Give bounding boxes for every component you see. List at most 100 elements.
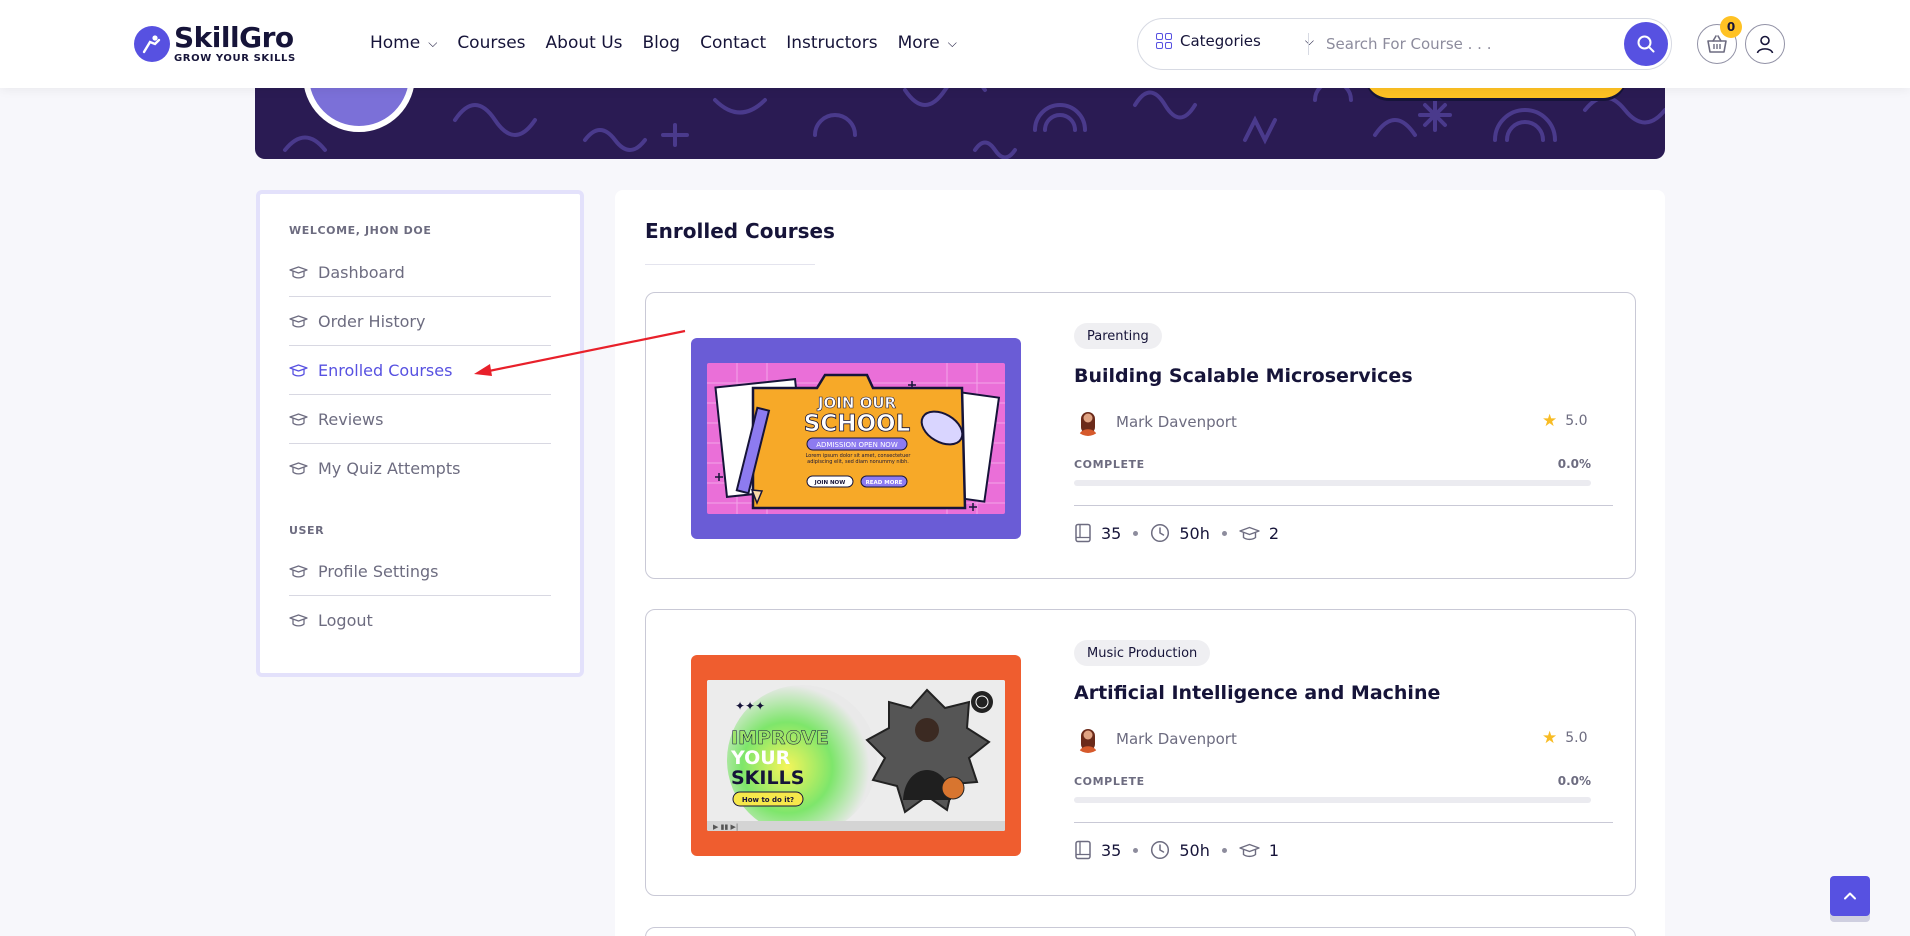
main-content: Enrolled Courses JOIN OUR SCHOOL ADMISSI… <box>615 190 1665 936</box>
user-icon <box>1756 35 1774 54</box>
star-icon: ★ <box>1542 728 1558 748</box>
sidebar-item-my-quiz-attempts[interactable]: My Quiz Attempts <box>289 444 551 493</box>
course-rating: ★ 5.0 <box>1542 411 1588 431</box>
instructor-name: Mark Davenport <box>1116 730 1237 748</box>
book-icon <box>1074 840 1092 860</box>
logo-icon <box>134 26 170 62</box>
main-nav: Home ⌵ Courses About Us Blog Contact Inst… <box>370 33 977 53</box>
chevron-down-icon: ⌵ <box>947 35 957 50</box>
chevron-down-icon: ⌵ <box>428 35 438 50</box>
course-thumbnail[interactable]: JOIN OUR SCHOOL ADMISSION OPEN NOW Lorem… <box>691 338 1021 539</box>
svg-text:YOUR: YOUR <box>730 747 791 769</box>
svg-text:IMPROVE: IMPROVE <box>731 727 829 749</box>
course-card: ✦✦✦ IMPROVE YOUR SKILLS How to do it? ▶ … <box>645 609 1636 896</box>
course-title[interactable]: Building Scalable Microservices <box>1074 365 1413 387</box>
logo[interactable]: SkillGro GROW YOUR SKILLS <box>134 24 296 64</box>
progress-percent: 0.0% <box>1557 457 1591 471</box>
graduation-cap-icon <box>289 462 309 476</box>
separator-dot <box>1221 847 1227 853</box>
sidebar-item-label: Enrolled Courses <box>318 360 453 380</box>
course-title[interactable]: Artificial Intelligence and Machine <box>1074 682 1440 704</box>
nav-instructors[interactable]: Instructors <box>786 33 877 53</box>
clock-icon <box>1150 523 1170 543</box>
sidebar-item-reviews[interactable]: Reviews <box>289 395 551 444</box>
svg-text:▶ ▮▮ ▶|: ▶ ▮▮ ▶| <box>713 823 738 831</box>
sidebar-item-label: Logout <box>318 611 373 630</box>
graduation-cap-icon <box>1239 526 1260 541</box>
avatar <box>1074 725 1102 753</box>
sidebar-item-dashboard[interactable]: Dashboard <box>289 248 551 297</box>
rating-value: 5.0 <box>1565 730 1588 746</box>
card-divider <box>1074 822 1613 823</box>
graduation-cap-icon <box>289 265 309 279</box>
logo-tagline: GROW YOUR SKILLS <box>174 53 296 64</box>
cart-button[interactable]: 0 <box>1697 16 1742 64</box>
course-rating: ★ 5.0 <box>1542 728 1588 748</box>
lesson-count: 35 <box>1101 840 1122 860</box>
chevron-up-icon <box>1844 892 1856 900</box>
search-button[interactable] <box>1624 22 1668 66</box>
nav-home[interactable]: Home ⌵ <box>370 33 437 53</box>
sidebar-item-label: Dashboard <box>318 262 405 282</box>
graduation-cap-icon <box>289 412 309 426</box>
rating-value: 5.0 <box>1565 413 1588 429</box>
nav-about-us[interactable]: About Us <box>546 33 623 53</box>
star-icon: ★ <box>1542 411 1558 431</box>
course-meta: 35 50h 1 <box>1074 840 1279 860</box>
categories-dropdown[interactable]: Categories ⌵ <box>1156 32 1314 50</box>
progress-bar <box>1074 480 1591 486</box>
course-duration: 50h <box>1179 523 1210 543</box>
student-count: 2 <box>1268 523 1280 543</box>
graduation-cap-icon <box>1239 843 1260 858</box>
logo-name: SkillGro <box>174 21 294 54</box>
nav-courses[interactable]: Courses <box>457 33 525 53</box>
student-count: 1 <box>1268 840 1280 860</box>
divider <box>1308 33 1309 55</box>
instructor[interactable]: Mark Davenport <box>1074 725 1237 753</box>
course-meta: 35 50h 2 <box>1074 523 1279 543</box>
sidebar-item-label: My Quiz Attempts <box>318 459 461 478</box>
course-thumbnail[interactable]: ✦✦✦ IMPROVE YOUR SKILLS How to do it? ▶ … <box>691 655 1021 856</box>
title-divider <box>645 264 815 265</box>
sidebar-item-logout[interactable]: Logout <box>289 596 551 645</box>
cart-count-badge: 0 <box>1720 16 1742 38</box>
nav-contact[interactable]: Contact <box>700 33 766 53</box>
instructor-name: Mark Davenport <box>1116 413 1237 431</box>
school-flyer-image: JOIN OUR SCHOOL ADMISSION OPEN NOW Lorem… <box>707 363 1005 514</box>
basket-icon <box>1707 35 1727 53</box>
dashboard-sidebar: WELCOME, JHON DOE Dashboard Order Histor… <box>256 190 584 677</box>
svg-text:How to do it?: How to do it? <box>742 796 794 804</box>
sidebar-item-profile-settings[interactable]: Profile Settings <box>289 547 551 596</box>
progress-label: COMPLETE <box>1074 458 1145 471</box>
search-input[interactable] <box>1326 31 1586 57</box>
graduation-cap-icon <box>289 363 309 377</box>
user-heading: USER <box>289 524 325 537</box>
progress-bar <box>1074 797 1591 803</box>
course-card: JOIN OUR SCHOOL ADMISSION OPEN NOW Lorem… <box>645 292 1636 579</box>
user-account-button[interactable] <box>1745 24 1785 64</box>
scroll-to-top-button[interactable] <box>1830 876 1870 916</box>
graduation-cap-icon <box>289 314 309 328</box>
search-icon <box>1637 35 1655 53</box>
page-title: Enrolled Courses <box>645 219 835 243</box>
category-tag[interactable]: Parenting <box>1074 323 1162 349</box>
book-icon <box>1074 523 1092 543</box>
annotation-arrow <box>474 329 686 376</box>
nav-more[interactable]: More ⌵ <box>898 33 957 53</box>
search-bar: Categories ⌵ <box>1137 18 1672 70</box>
course-card <box>645 927 1636 936</box>
category-tag[interactable]: Music Production <box>1074 640 1211 666</box>
graduation-cap-icon <box>289 614 309 628</box>
svg-text:SCHOOL: SCHOOL <box>804 411 911 437</box>
site-header: SkillGro GROW YOUR SKILLS Home ⌵ Courses … <box>0 0 1910 88</box>
chevron-down-icon: ⌵ <box>1304 33 1314 48</box>
separator-dot <box>1133 530 1139 536</box>
categories-label: Categories <box>1180 32 1261 50</box>
svg-text:SKILLS: SKILLS <box>731 767 804 789</box>
instructor[interactable]: Mark Davenport <box>1074 408 1237 436</box>
nav-blog[interactable]: Blog <box>643 33 681 53</box>
progress-percent: 0.0% <box>1557 774 1591 788</box>
progress-label: COMPLETE <box>1074 775 1145 788</box>
lesson-count: 35 <box>1101 523 1122 543</box>
user-menu: Profile Settings Logout <box>289 547 551 645</box>
